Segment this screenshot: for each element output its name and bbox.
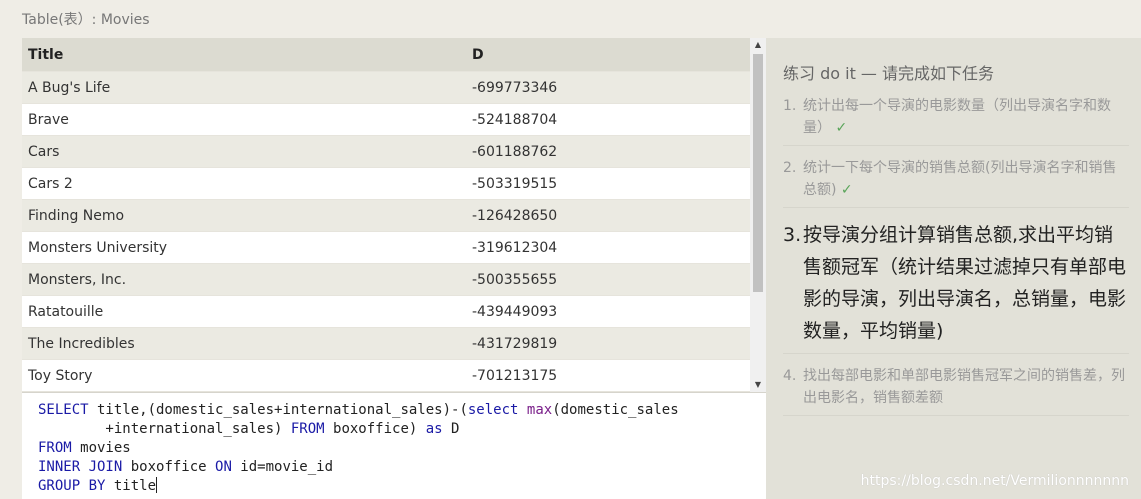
task-text: 按导演分组计算销售总额,求出平均销售额冠军（统计结果过滤掉只有单部电影的导演，列… <box>803 224 1127 342</box>
cell-d: -500355655 <box>472 272 558 288</box>
task-number: 1. <box>783 98 797 114</box>
sql-editor[interactable]: SELECT title,(domestic_sales+internation… <box>22 392 766 499</box>
cell-title: Finding Nemo <box>28 208 125 224</box>
cell-title: The Incredibles <box>28 336 135 352</box>
cell-title: Cars 2 <box>28 176 73 192</box>
cell-d: -601188762 <box>472 144 558 160</box>
sql-function: max <box>526 402 553 418</box>
cell-d: -524188704 <box>472 112 558 128</box>
result-panel: Title D A Bug's Life -699773346 Brave -5… <box>22 38 766 499</box>
task-item-current: 3. 按导演分组计算销售总额,求出平均销售额冠军（统计结果过滤掉只有单部电影的导… <box>783 216 1129 354</box>
table-scrollbar[interactable]: ▲ ▼ <box>750 38 766 392</box>
task-text: 找出每部电影和单部电影销售冠军之间的销售差，列出电影名，销售额差额 <box>803 368 1125 406</box>
sql-text: D <box>442 421 460 437</box>
task-list: 1. 统计出每一个导演的电影数量（列出导演名字和数量） ✓ 2. 统计一下每个导… <box>783 92 1129 424</box>
sql-text: title,(domestic_sales+international_sale… <box>88 402 468 418</box>
result-table: Title D A Bug's Life -699773346 Brave -5… <box>22 38 750 392</box>
task-item: 1. 统计出每一个导演的电影数量（列出导演名字和数量） ✓ <box>783 92 1129 146</box>
sql-keyword: INNER JOIN <box>38 459 123 475</box>
table-row: The Incredibles -431729819 <box>22 328 750 360</box>
column-header-title: Title <box>28 47 64 63</box>
cell-title: Toy Story <box>28 368 93 384</box>
scroll-thumb[interactable] <box>753 54 763 292</box>
sql-text: +international_sales) <box>38 421 291 437</box>
sql-text: id=movie_id <box>231 459 334 475</box>
sql-code[interactable]: SELECT title,(domestic_sales+internation… <box>38 401 679 496</box>
sql-keyword: select <box>467 402 519 418</box>
table-row: Cars 2 -503319515 <box>22 168 750 200</box>
cell-d: -699773346 <box>472 80 558 96</box>
table-caption: Table(表）: Movies <box>22 12 150 28</box>
scroll-up-arrow-icon[interactable]: ▲ <box>750 38 766 52</box>
cell-d: -701213175 <box>472 368 558 384</box>
cell-title: Cars <box>28 144 60 160</box>
sql-keyword: ON <box>215 459 232 475</box>
sql-text: (domestic_sales <box>552 402 679 418</box>
table-row: Cars -601188762 <box>22 136 750 168</box>
task-number: 2. <box>783 160 797 176</box>
cell-d: -503319515 <box>472 176 558 192</box>
cell-title: Brave <box>28 112 69 128</box>
cell-title: A Bug's Life <box>28 80 111 96</box>
task-number: 4. <box>783 368 797 384</box>
sql-keyword: GROUP BY <box>38 478 106 494</box>
sql-text: boxoffice <box>122 459 216 475</box>
sql-keyword: FROM <box>38 440 72 456</box>
table-row: A Bug's Life -699773346 <box>22 72 750 104</box>
cell-d: -126428650 <box>472 208 558 224</box>
cell-d: -319612304 <box>472 240 558 256</box>
cell-title: Monsters University <box>28 240 168 256</box>
cell-title: Ratatouille <box>28 304 104 320</box>
sql-text: movies <box>71 440 131 456</box>
sql-keyword: FROM <box>290 421 325 437</box>
sql-text: boxoffice) <box>324 421 426 437</box>
table-row: Brave -524188704 <box>22 104 750 136</box>
checkmark-icon: ✓ <box>840 182 853 198</box>
task-item: 2. 统计一下每个导演的销售总额(列出导演名字和销售总额) ✓ <box>783 154 1129 208</box>
sql-text: title <box>105 478 157 494</box>
sql-keyword: as <box>425 421 443 437</box>
table-header-row: Title D <box>22 38 750 72</box>
watermark: https://blog.csdn.net/Vermilionnnnnnn <box>860 473 1129 489</box>
table-row: Ratatouille -439449093 <box>22 296 750 328</box>
table-row: Toy Story -701213175 <box>22 360 750 392</box>
sql-keyword: SELECT <box>38 402 89 418</box>
checkmark-icon: ✓ <box>835 120 848 136</box>
task-text: 统计出每一个导演的电影数量（列出导演名字和数量） <box>803 98 1111 136</box>
table-row: Monsters, Inc. -500355655 <box>22 264 750 296</box>
table-row: Finding Nemo -126428650 <box>22 200 750 232</box>
table-row: Monsters University -319612304 <box>22 232 750 264</box>
cell-d: -431729819 <box>472 336 558 352</box>
cell-d: -439449093 <box>472 304 558 320</box>
scroll-down-arrow-icon[interactable]: ▼ <box>750 378 766 392</box>
column-header-d: D <box>472 47 484 63</box>
cell-title: Monsters, Inc. <box>28 272 127 288</box>
text-cursor <box>156 477 158 493</box>
task-panel-title: 练习 do it — 请完成如下任务 <box>783 64 995 83</box>
task-item: 4. 找出每部电影和单部电影销售冠军之间的销售差，列出电影名，销售额差额 <box>783 362 1129 416</box>
task-panel: 练习 do it — 请完成如下任务 1. 统计出每一个导演的电影数量（列出导演… <box>766 38 1141 499</box>
task-number: 3. <box>783 224 802 246</box>
